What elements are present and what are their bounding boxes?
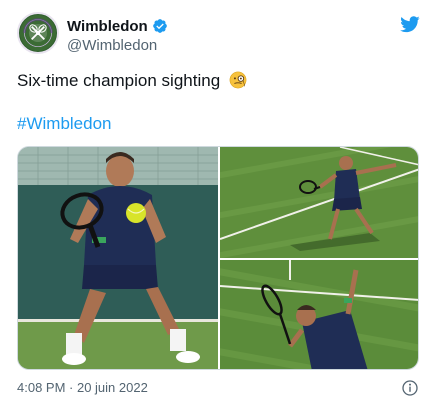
twitter-bird-icon[interactable] <box>399 14 421 34</box>
account-handle[interactable]: @Wimbledon <box>67 37 168 54</box>
tennis-player-serving-photo[interactable] <box>220 260 418 369</box>
face-with-monocle-emoji <box>229 71 247 89</box>
avatar[interactable] <box>17 12 59 54</box>
tennis-player-reaching-photo[interactable] <box>220 147 418 258</box>
hashtag-link[interactable]: #Wimbledon <box>17 114 112 134</box>
tweet-footer: 4:08 PM · 20 juin 2022 <box>17 378 421 398</box>
media-grid <box>17 146 419 370</box>
wimbledon-logo <box>19 14 57 52</box>
tweet-header: Wimbledon @Wimbledon <box>17 12 421 58</box>
display-name-row: Wimbledon <box>67 16 168 36</box>
display-name[interactable]: Wimbledon <box>67 18 148 35</box>
tweet-card: Wimbledon @Wimbledon Six-time champion s… <box>0 0 440 409</box>
info-icon[interactable] <box>402 380 418 396</box>
account-names: Wimbledon @Wimbledon <box>67 16 168 54</box>
tweet-text: Six-time champion sighting <box>17 70 247 92</box>
verified-badge-icon <box>152 18 168 34</box>
tweet-text-content: Six-time champion sighting <box>17 71 221 90</box>
tweet-timestamp[interactable]: 4:08 PM · 20 juin 2022 <box>17 380 148 395</box>
tennis-player-forehand-photo[interactable] <box>18 147 218 369</box>
